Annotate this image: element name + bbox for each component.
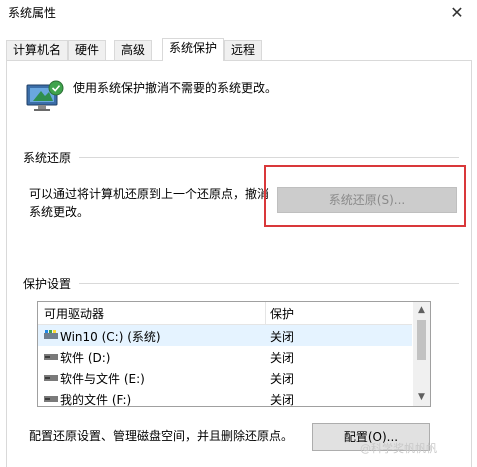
drive-icon xyxy=(44,354,58,360)
tab-system-protection[interactable]: 系统保护 xyxy=(162,38,225,61)
restore-group-divider xyxy=(79,157,459,158)
drive-protection-status: 关闭 xyxy=(270,372,295,386)
tab-panel-system-protection: 使用系统保护撤消不需要的系统更改。 系统还原 可以通过将计算机还原到上一个还原点… xyxy=(6,60,472,467)
drive-name: 软件与文件 (E:) xyxy=(60,372,145,386)
drive-name: Win10 (C:) (系统) xyxy=(60,330,161,344)
drive-row-c[interactable]: Win10 (C:) (系统) 关闭 xyxy=(38,325,412,346)
scroll-down-icon[interactable]: ▼ xyxy=(413,389,430,406)
title-bar: 系统属性 ✕ xyxy=(0,0,477,28)
window-title: 系统属性 xyxy=(8,6,57,20)
tab-advanced[interactable]: 高级 xyxy=(114,40,153,60)
drive-row-f[interactable]: 我的文件 (F:) 关闭 xyxy=(38,388,412,407)
drive-name: 我的文件 (F:) xyxy=(60,393,132,407)
drive-row-d[interactable]: 软件 (D:) 关闭 xyxy=(38,346,412,367)
column-separator[interactable] xyxy=(265,302,266,324)
intro-text: 使用系统保护撤消不需要的系统更改。 xyxy=(73,81,278,95)
system-restore-button[interactable]: 系统还原(S)... xyxy=(277,187,457,213)
drive-icon xyxy=(44,375,58,381)
close-button[interactable]: ✕ xyxy=(445,2,469,24)
protection-group-divider xyxy=(79,283,459,284)
drive-icon xyxy=(44,396,58,402)
protection-group-title: 保护设置 xyxy=(23,275,78,292)
scroll-thumb[interactable] xyxy=(417,320,426,360)
scroll-up-icon[interactable]: ▲ xyxy=(413,302,430,319)
tab-hardware[interactable]: 硬件 xyxy=(68,40,107,60)
restore-description: 可以通过将计算机还原到上一个还原点，撤消系统更改。 xyxy=(29,187,270,219)
monitor-shield-icon xyxy=(26,80,64,111)
system-drive-icon xyxy=(44,330,58,339)
drive-list[interactable]: 可用驱动器 保护 Win10 (C:) (系统) 关闭 软件 (D:) 关闭 软… xyxy=(37,301,431,407)
column-header-protection[interactable]: 保护 xyxy=(270,305,294,322)
column-header-drive[interactable]: 可用驱动器 xyxy=(44,305,104,322)
tab-strip: 计算机名 硬件 高级 系统保护 远程 xyxy=(0,38,477,61)
vertical-scrollbar[interactable]: ▲ ▼ xyxy=(413,302,430,406)
tab-remote[interactable]: 远程 xyxy=(224,40,263,60)
watermark: @科学奖帆帆帆 xyxy=(360,442,437,455)
drive-protection-status: 关闭 xyxy=(270,351,295,365)
config-description: 配置还原设置、管理磁盘空间，并且删除还原点。 xyxy=(29,429,294,443)
tab-computer-name[interactable]: 计算机名 xyxy=(6,40,69,60)
restore-group-title: 系统还原 xyxy=(23,149,78,166)
drive-protection-status: 关闭 xyxy=(270,393,295,407)
list-header: 可用驱动器 保护 xyxy=(38,302,412,325)
drive-row-e[interactable]: 软件与文件 (E:) 关闭 xyxy=(38,367,412,388)
drive-protection-status: 关闭 xyxy=(270,330,295,344)
drive-name: 软件 (D:) xyxy=(60,351,111,365)
